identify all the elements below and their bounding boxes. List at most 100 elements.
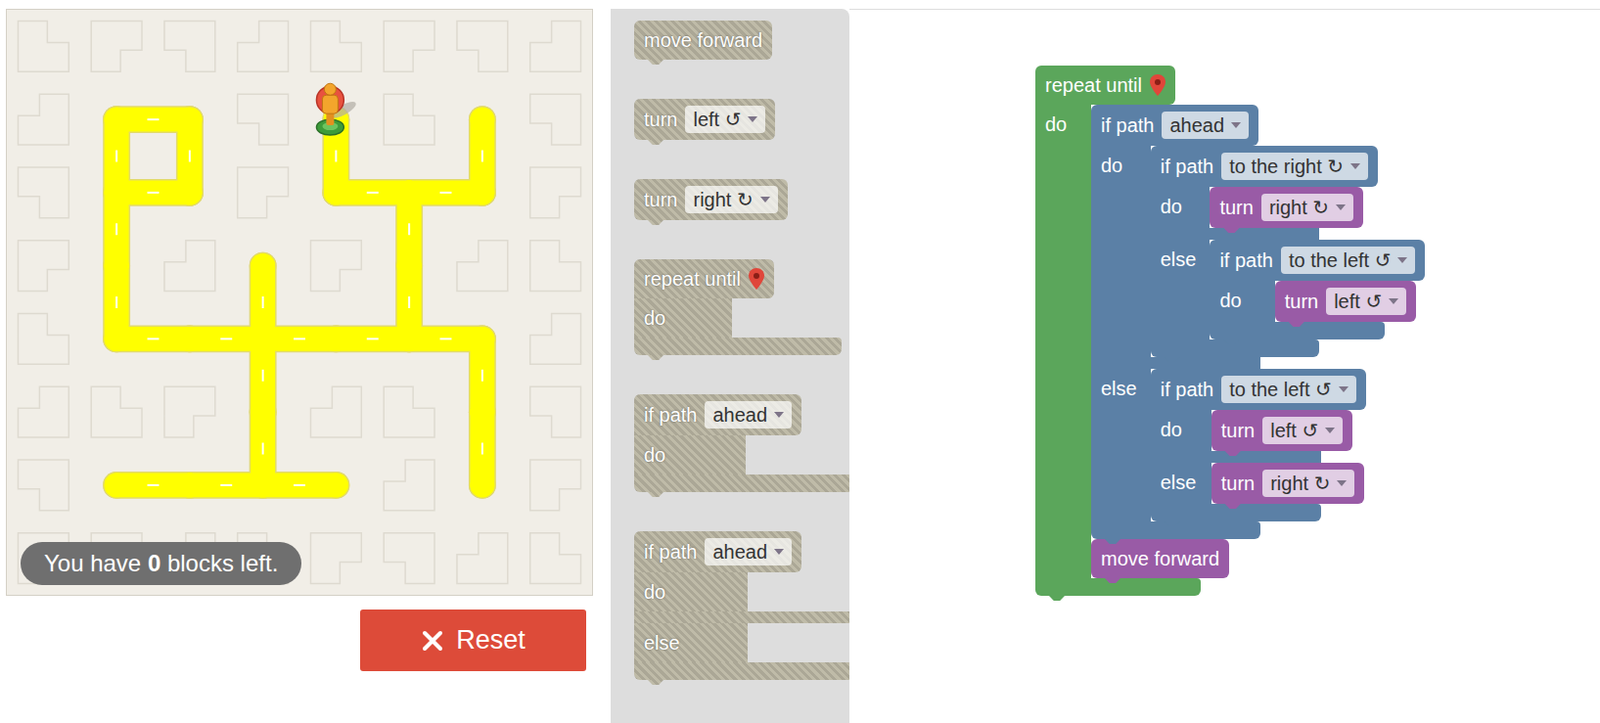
code-block[interactable]: if pathaheaddo	[634, 394, 802, 493]
path-dash	[366, 337, 379, 340]
wall-tile	[17, 167, 69, 219]
path-dash	[440, 337, 453, 340]
block-slot[interactable]: turn left ↺	[1211, 410, 1353, 452]
path-dash	[115, 296, 118, 309]
block-dropdown[interactable]: right ↻	[1261, 193, 1354, 222]
block-header[interactable]: repeat until	[634, 259, 775, 299]
wall-tile	[17, 459, 69, 511]
code-block[interactable]: if pathto the left ↺doturnleft ↺	[1209, 239, 1425, 340]
path-cell	[104, 180, 130, 205]
maze-board: You have 0 blocks left.	[5, 8, 594, 596]
path-cell	[177, 180, 202, 205]
wall-tile	[530, 240, 582, 292]
block-slot[interactable]: turnleft ↺	[1275, 280, 1417, 322]
block-label: if path	[643, 403, 697, 427]
dropdown-arrow-icon	[747, 116, 758, 123]
block-header[interactable]: if pathto the left ↺	[1150, 368, 1367, 411]
code-block[interactable]: if pathto the left ↺doturnleft ↺elseturn…	[1150, 368, 1367, 522]
block-slot[interactable]: turn right ↻	[1209, 186, 1364, 229]
path-dash	[220, 337, 232, 340]
code-block[interactable]: move forward	[1091, 539, 1230, 579]
block-label: turn	[1284, 289, 1319, 314]
block-dropdown[interactable]: to the right ↻	[1221, 152, 1369, 181]
path-dash	[440, 191, 453, 194]
wall-tile	[237, 20, 289, 72]
block-header[interactable]: repeat until	[1035, 65, 1176, 105]
wall-tile	[530, 313, 582, 365]
wall-tile	[164, 240, 216, 292]
dropdown-arrow-icon	[1350, 163, 1361, 170]
code-block[interactable]: repeat untildo	[634, 259, 775, 356]
path-cell	[469, 400, 495, 425]
code-block[interactable]: move forward	[634, 20, 773, 60]
block-label: if path	[643, 540, 697, 564]
goal-marker-icon	[1149, 74, 1166, 96]
code-block[interactable]: turnleft ↺	[634, 98, 776, 140]
dropdown-arrow-icon	[1325, 427, 1335, 434]
code-block[interactable]: if pathaheaddoelse	[634, 531, 802, 681]
block-footer	[634, 662, 850, 681]
dropdown-arrow-icon	[1388, 298, 1399, 305]
block-dropdown[interactable]: ahead	[1161, 111, 1249, 139]
path-dash	[481, 369, 484, 382]
block-header[interactable]: if pathahead	[1091, 104, 1259, 146]
block-dropdown[interactable]: left ↺	[1262, 416, 1343, 445]
block-label: repeat until	[643, 267, 741, 291]
code-block[interactable]: turn right ↻	[1209, 186, 1364, 229]
path-dash	[481, 150, 484, 163]
path-dash	[147, 191, 160, 194]
path-cell	[104, 107, 130, 133]
block-header[interactable]: if path ahead	[634, 531, 802, 573]
block-label: move forward	[1100, 547, 1220, 571]
block-dropdown[interactable]: right ↻	[685, 185, 778, 214]
code-block[interactable]: turn left ↺	[1211, 410, 1353, 452]
goal-marker-icon	[748, 268, 765, 290]
code-block[interactable]: turnright ↻	[634, 179, 788, 221]
path-dash	[147, 118, 160, 121]
blocks-left-badge: You have 0 blocks left.	[20, 542, 302, 586]
block-dropdown[interactable]: right ↻	[1262, 469, 1355, 498]
block-dropdown[interactable]: ahead	[704, 401, 792, 429]
block-dropdown[interactable]: to the left ↺	[1280, 246, 1417, 275]
workspace[interactable]: repeat untildoif pathaheaddoif pathto th…	[849, 8, 1600, 723]
code-block[interactable]: turnright ↻	[1211, 462, 1366, 504]
path-dash	[147, 484, 160, 487]
reset-button[interactable]: Reset	[360, 609, 587, 672]
wall-tile	[530, 167, 582, 219]
wall-tile	[530, 459, 582, 511]
code-block[interactable]: if pathto the right ↻doturnright ↻elseif…	[1150, 145, 1426, 358]
block-header[interactable]: if pathto the right ↻	[1150, 145, 1378, 187]
path-dash	[481, 443, 484, 456]
wall-tile	[457, 240, 508, 292]
block-dropdown[interactable]: left ↺	[1325, 287, 1407, 316]
block-slot[interactable]: if pathto the left ↺doturnleft ↺	[1209, 239, 1425, 340]
wall-tile	[383, 533, 435, 585]
code-block[interactable]: turnleft ↺	[1275, 280, 1417, 322]
block-slot[interactable]: if pathto the right ↻doturnright ↻elseif…	[1150, 145, 1426, 358]
block-dropdown[interactable]: to the left ↺	[1221, 375, 1357, 404]
path-cell	[104, 472, 130, 498]
wall-tile	[530, 93, 582, 145]
block-slot[interactable]: if pathto the left ↺doturnleft ↺elseturn…	[1150, 368, 1367, 522]
dropdown-arrow-icon	[1335, 204, 1346, 211]
block-slot[interactable]: if pathaheaddoif pathto the right ↻dotur…	[1091, 104, 1425, 579]
wall-tile	[237, 167, 289, 219]
block-slot[interactable]: turnright ↻	[1211, 462, 1366, 504]
path-cell	[177, 326, 202, 352]
block-label: turn	[1219, 195, 1253, 220]
block-header[interactable]: if pathto the left ↺	[1209, 239, 1425, 281]
block-dropdown[interactable]: ahead	[704, 538, 792, 566]
block-dropdown[interactable]: left ↺	[685, 105, 766, 134]
path-cell	[469, 326, 495, 352]
block-label: turn	[1221, 418, 1255, 443]
block-divider	[634, 611, 850, 624]
wall-tile	[383, 93, 435, 145]
code-block[interactable]: repeat untildoif pathaheaddoif pathto th…	[1035, 65, 1425, 596]
block-header[interactable]: if path ahead	[634, 394, 802, 436]
code-block[interactable]: if pathaheaddoif pathto the right ↻dotur…	[1091, 104, 1425, 540]
path-cell	[397, 253, 422, 278]
close-icon	[420, 629, 445, 653]
wall-tile	[383, 20, 435, 72]
wall-tile	[310, 533, 362, 585]
block-arm-label: do	[1209, 280, 1275, 322]
